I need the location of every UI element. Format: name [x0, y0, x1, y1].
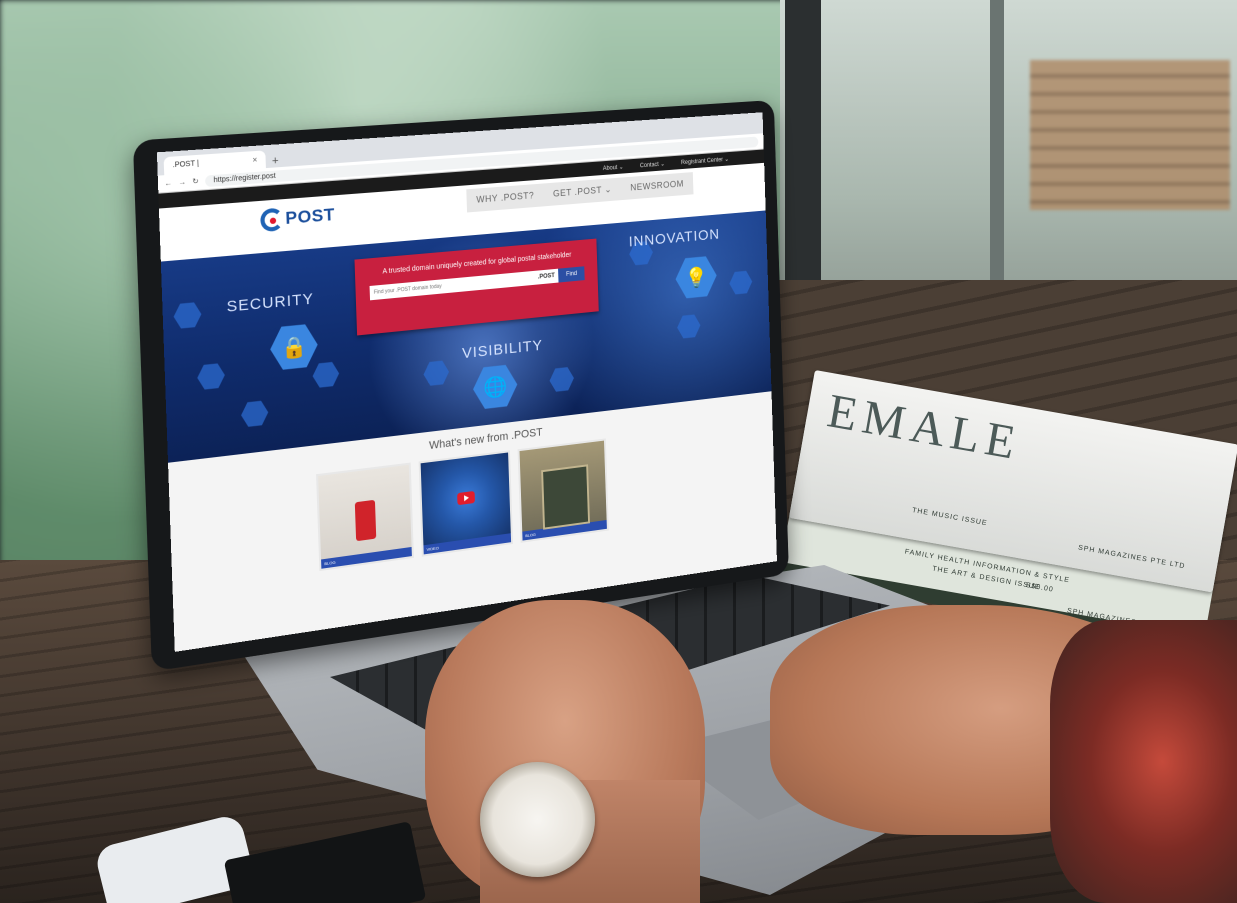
news-card-caption: BLOG: [522, 519, 607, 541]
wristwatch: [480, 762, 595, 877]
nav-registrant-center[interactable]: Registrant Center ⌄: [681, 155, 729, 165]
forward-icon[interactable]: →: [178, 178, 186, 186]
shirt-sleeve: [1050, 620, 1237, 903]
new-tab-icon[interactable]: +: [272, 155, 279, 168]
news-card[interactable]: BLOG: [517, 438, 609, 543]
hex-decoration: [549, 365, 574, 393]
back-icon[interactable]: ←: [164, 179, 172, 187]
site-logo[interactable]: POST: [260, 204, 335, 233]
close-icon[interactable]: ×: [252, 155, 257, 165]
news-card-caption: BLOG: [321, 546, 412, 569]
hex-decoration: [197, 361, 226, 391]
nav-contact[interactable]: Contact ⌄: [640, 160, 665, 169]
news-card[interactable]: BLOG: [316, 462, 414, 572]
hex-decoration: [729, 269, 753, 296]
domain-search-panel: A trusted domain uniquely created for gl…: [354, 238, 599, 336]
nav-why-post[interactable]: WHY .POST?: [466, 183, 544, 212]
logo-mark-icon: [260, 207, 284, 233]
hex-decoration: [677, 313, 701, 341]
hero-label-security: SECURITY: [226, 290, 315, 316]
nav-about[interactable]: About ⌄: [603, 163, 624, 171]
hex-decoration: [423, 359, 449, 388]
laptop-screen: .POST | × + ← → ↻ https://register.post …: [156, 112, 777, 652]
hex-decoration: [241, 399, 269, 429]
hex-decoration: [312, 360, 339, 390]
news-card-caption: VIDEO: [423, 533, 512, 555]
hero-label-innovation: INNOVATION: [628, 225, 721, 251]
lock-icon: 🔒: [269, 321, 318, 373]
lightbulb-icon: 💡: [675, 253, 718, 301]
domain-suffix: .POST: [533, 268, 559, 285]
globe-icon: 🌐: [472, 361, 518, 412]
logo-text: POST: [285, 204, 336, 229]
photo-scene: EMALE THE MUSIC ISSUE SPH MAGAZINES PTE …: [0, 0, 1237, 903]
nav-newsroom[interactable]: NEWSROOM: [621, 172, 693, 200]
find-button[interactable]: Find: [558, 266, 585, 283]
tab-title: .POST |: [172, 160, 200, 170]
background-bench: [1030, 60, 1230, 210]
news-card[interactable]: VIDEO: [418, 450, 514, 557]
play-icon[interactable]: [457, 490, 475, 506]
magazine-text: THE MUSIC ISSUE: [911, 507, 988, 528]
magazine-text: SPH MAGAZINES PTE LTD: [1077, 544, 1186, 571]
nav-get-post[interactable]: GET .POST ⌄: [543, 178, 621, 207]
hero-label-visibility: VISIBILITY: [461, 336, 544, 363]
hex-decoration: [173, 300, 202, 330]
reload-icon[interactable]: ↻: [192, 177, 199, 186]
